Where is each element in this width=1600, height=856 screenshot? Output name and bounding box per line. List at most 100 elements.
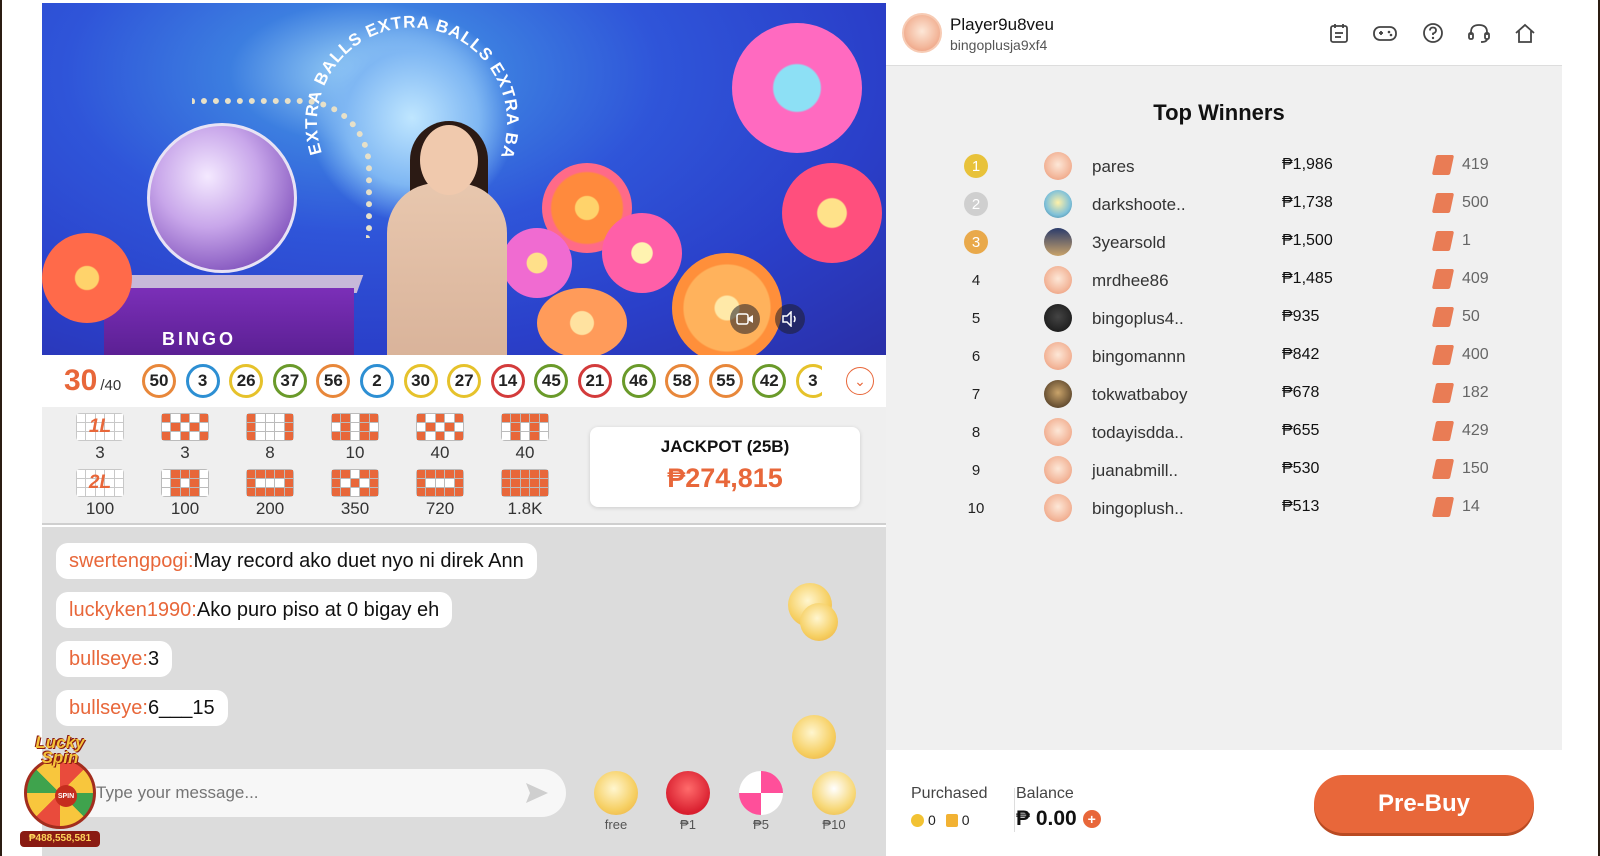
lucky-spin-widget[interactable]: SPIN Lucky Spin ₱488,558,581	[16, 734, 100, 847]
gift-button[interactable]: ₱1	[662, 771, 714, 832]
winner-row: 3 3yearsold ₱1,500 1	[886, 228, 1562, 258]
support-button[interactable]	[1466, 20, 1492, 46]
chat-username[interactable]: luckyken1990:	[69, 599, 197, 622]
coin-icon	[911, 813, 924, 827]
rank-number: 4	[971, 271, 981, 289]
card-icon	[1431, 497, 1455, 517]
headset-icon	[1468, 24, 1490, 43]
winner-cards: 419	[1462, 156, 1489, 173]
home-button[interactable]	[1512, 20, 1538, 46]
rank-number: 8	[971, 423, 981, 441]
winner-prize: ₱513	[1282, 498, 1320, 515]
winner-prize: ₱1,986	[1282, 156, 1333, 173]
rank-number: 6	[971, 347, 981, 365]
card-icon	[1431, 269, 1455, 289]
bee-emoji	[792, 715, 836, 759]
send-button[interactable]	[524, 781, 550, 805]
send-icon	[526, 783, 548, 803]
chat-input[interactable]	[96, 783, 496, 803]
speaker-icon	[782, 311, 796, 327]
winner-cards: 150	[1462, 460, 1489, 477]
card-icon	[1431, 193, 1455, 213]
footer-divider	[1014, 788, 1015, 832]
drawn-ball: 27	[447, 364, 482, 398]
winner-prize: ₱1,500	[1282, 232, 1333, 249]
card-icon	[1431, 459, 1455, 479]
avatar	[1044, 266, 1072, 294]
winner-row: 5 bingoplus4.. ₱935 50	[886, 304, 1562, 334]
gift-button[interactable]: ₱10	[808, 771, 860, 832]
expand-balls-button[interactable]: ⌄	[846, 367, 874, 395]
prize-pattern: 2L 100	[76, 469, 124, 519]
history-button[interactable]	[1326, 20, 1352, 46]
add-balance-button[interactable]: +	[1082, 810, 1101, 828]
prize-pattern: 720	[416, 469, 464, 519]
drawn-ball: 45	[534, 364, 569, 398]
card-icon	[1431, 307, 1455, 327]
prize-pattern: 8	[246, 413, 294, 463]
help-button[interactable]	[1420, 20, 1446, 46]
drawn-ball: 50	[142, 364, 176, 398]
flower-decoration	[782, 163, 882, 263]
games-button[interactable]	[1372, 20, 1398, 46]
bingo-ball-cage	[147, 123, 297, 273]
gift-price: ₱5	[753, 817, 769, 832]
jackpot-amount: ₱274,815	[667, 463, 783, 493]
plus-icon: +	[1087, 811, 1096, 827]
side-panel: Player9u8veu bingoplusja9xf4 Top Winners…	[886, 0, 1562, 856]
flower-decoration	[42, 233, 132, 323]
calendar-icon	[1330, 24, 1348, 43]
chat-input-box[interactable]	[56, 769, 566, 817]
avatar[interactable]	[902, 13, 942, 53]
chat-username[interactable]: bullseye:	[69, 648, 148, 671]
winner-prize: ₱842	[1282, 346, 1320, 363]
avatar	[1044, 190, 1072, 218]
drawn-count: 30	[64, 364, 98, 397]
lollipop-gift-icon	[739, 771, 783, 815]
pattern-grid	[501, 413, 549, 441]
flower-decoration	[537, 288, 627, 355]
prize-pattern: 1.8K	[501, 469, 549, 519]
winner-cards: 1	[1462, 232, 1471, 249]
player-username: bingoplusja9xf4	[950, 37, 1048, 53]
pre-buy-button[interactable]: Pre-Buy	[1314, 775, 1534, 833]
winner-row: 10 bingoplush.. ₱513 14	[886, 494, 1562, 524]
line-pattern-label: 2L	[88, 472, 112, 493]
gift-button[interactable]: ₱5	[735, 771, 787, 832]
chat-message: swertengpogi: May record ako duet nyo ni …	[56, 543, 537, 579]
drawn-ball: 58	[665, 364, 700, 398]
purchased-values: 0 0	[911, 812, 970, 828]
drawn-ball: 55	[708, 364, 743, 398]
camera-switch-button[interactable]	[730, 304, 760, 334]
line-pattern-label: 1L	[88, 416, 112, 437]
balance-value: ₱ 0.00	[1016, 807, 1077, 830]
live-video[interactable]: EXTRA BALLS EXTRA BALLS EXTRA BALLS BING…	[42, 3, 886, 355]
rank-number: 5	[971, 309, 981, 327]
gift-button[interactable]: free	[590, 771, 642, 832]
spin-hub: SPIN	[55, 785, 77, 807]
volume-button[interactable]	[775, 304, 805, 334]
winner-row: 4 mrdhee86 ₱1,485 409	[886, 266, 1562, 296]
avatar	[1044, 380, 1072, 408]
rose-gift-icon	[666, 771, 710, 815]
pattern-multiplier: 200	[255, 499, 285, 518]
chat-username[interactable]: bullseye:	[69, 697, 148, 720]
flower-decoration	[602, 213, 682, 293]
chat-username[interactable]: swertengpogi:	[69, 550, 194, 573]
winner-row: 2 darkshoote.. ₱1,738 500	[886, 190, 1562, 220]
pattern-multiplier: 40	[430, 443, 450, 462]
pattern-grid	[161, 469, 209, 497]
pattern-grid	[501, 469, 549, 497]
pattern-multiplier: 1.8K	[507, 499, 543, 518]
flower-decoration	[502, 228, 572, 298]
winner-cards: 182	[1462, 384, 1489, 401]
pattern-grid	[331, 413, 379, 441]
purchased-label: Purchased	[911, 785, 988, 802]
card-icon	[1431, 155, 1455, 175]
bee-gift-icon	[594, 771, 638, 815]
winner-row: 6 bingomannn ₱842 400	[886, 342, 1562, 372]
pattern-grid: 1L	[76, 413, 124, 441]
beer-gift-icon	[812, 771, 856, 815]
winner-row: 9 juanabmill.. ₱530 150	[886, 456, 1562, 486]
drawn-ball: 30	[403, 364, 438, 398]
